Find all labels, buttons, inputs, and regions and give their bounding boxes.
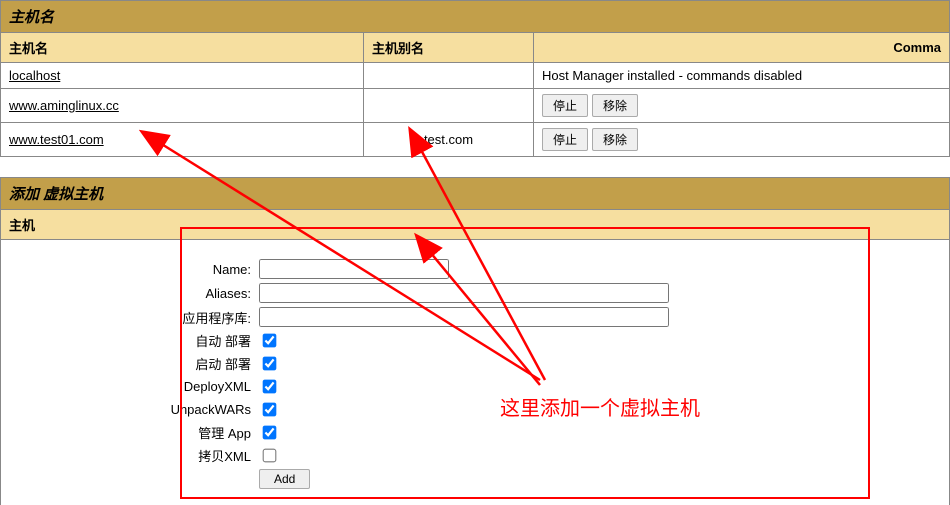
host-link[interactable]: www.aminglinux.cc [9, 98, 119, 113]
manageapp-label: 管理 App [29, 423, 259, 442]
hosts-table: 主机名 主机名 主机别名 Comma localhost Host Manager… [0, 0, 950, 157]
add-host-title: 添加 虚拟主机 [1, 178, 950, 210]
host-commands: 停止移除 [534, 123, 950, 157]
add-host-table: 添加 虚拟主机 主机 Name: Aliases: 应用程序库: 自动 部署 启… [0, 177, 950, 505]
stop-button[interactable]: 停止 [542, 128, 588, 151]
remove-button[interactable]: 移除 [592, 128, 638, 151]
col-hostname: 主机名 [1, 33, 364, 63]
aliases-label: Aliases: [29, 286, 259, 301]
aliases-input[interactable] [259, 283, 669, 303]
unpackwars-label: UnpackWARs [29, 402, 259, 417]
table-row: localhost Host Manager installed - comman… [1, 63, 950, 89]
add-host-form-cell: Name: Aliases: 应用程序库: 自动 部署 启动 部署 Deploy… [1, 240, 950, 505]
add-host-form: Name: Aliases: 应用程序库: 自动 部署 启动 部署 Deploy… [9, 245, 941, 503]
deployxml-checkbox[interactable] [263, 380, 277, 394]
table-row: www.test01.comtest.com停止移除 [1, 123, 950, 157]
autodeploy-label: 自动 部署 [29, 331, 259, 350]
copyxml-checkbox[interactable] [263, 449, 277, 463]
host-alias [364, 89, 534, 123]
table-row: www.aminglinux.cc 停止移除 [1, 89, 950, 123]
col-alias: 主机别名 [364, 33, 534, 63]
manageapp-checkbox[interactable] [263, 426, 277, 440]
hosts-title: 主机名 [1, 1, 950, 33]
name-label: Name: [29, 262, 259, 277]
autodeploy-checkbox[interactable] [263, 334, 277, 348]
add-host-subtitle: 主机 [1, 210, 950, 240]
host-alias [364, 63, 534, 89]
stop-button[interactable]: 停止 [542, 94, 588, 117]
appbase-label: 应用程序库: [29, 308, 259, 327]
copyxml-label: 拷贝XML [29, 446, 259, 465]
host-alias: test.com [364, 123, 534, 157]
deployxml-label: DeployXML [29, 379, 259, 394]
startdeploy-label: 启动 部署 [29, 354, 259, 373]
unpackwars-checkbox[interactable] [263, 403, 277, 417]
host-commands: 停止移除 [534, 89, 950, 123]
col-commands: Comma [534, 33, 950, 63]
startdeploy-checkbox[interactable] [263, 357, 277, 371]
name-input[interactable] [259, 259, 449, 279]
host-commands: Host Manager installed - commands disabl… [534, 63, 950, 89]
appbase-input[interactable] [259, 307, 669, 327]
host-link[interactable]: www.test01.com [9, 132, 104, 147]
add-button[interactable]: Add [259, 469, 310, 489]
remove-button[interactable]: 移除 [592, 94, 638, 117]
host-link[interactable]: localhost [9, 68, 60, 83]
